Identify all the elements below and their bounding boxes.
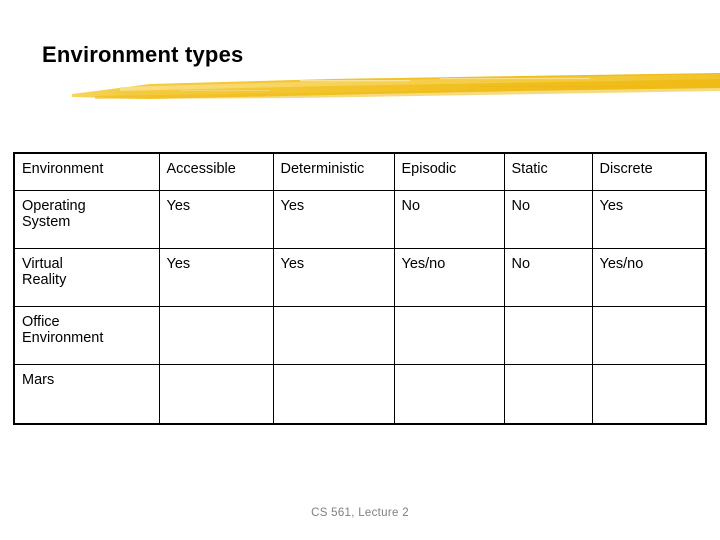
- cell-accessible: [158, 305, 274, 365]
- column-header-discrete: Discrete: [591, 152, 707, 191]
- environment-label-line1: Mars: [22, 371, 55, 388]
- column-header-accessible: Accessible: [158, 152, 274, 191]
- environment-label-line1: Office: [22, 313, 60, 330]
- environment-label-line2: Reality: [22, 272, 67, 289]
- cell-accessible: [158, 363, 274, 425]
- cell-deterministic: [272, 305, 395, 365]
- column-header-deterministic: Deterministic: [272, 152, 395, 191]
- column-header-environment: Environment: [13, 152, 160, 191]
- cell-deterministic: [272, 363, 395, 425]
- cell-deterministic: Yes: [272, 189, 395, 249]
- table-row: Office Environment: [13, 305, 707, 365]
- column-header-static: Static: [503, 152, 593, 191]
- cell-deterministic: Yes: [272, 247, 395, 307]
- cell-accessible: Yes: [158, 247, 274, 307]
- cell-static: No: [503, 247, 593, 307]
- cell-accessible: Yes: [158, 189, 274, 249]
- environment-types-table: Environment Accessible Deterministic Epi…: [13, 152, 707, 425]
- cell-discrete: Yes: [591, 189, 707, 249]
- cell-environment: Office Environment: [13, 305, 160, 365]
- cell-episodic: [393, 363, 505, 425]
- cell-static: [503, 305, 593, 365]
- cell-environment: Virtual Reality: [13, 247, 160, 307]
- cell-environment: Operating System: [13, 189, 160, 249]
- page-title: Environment types: [42, 42, 244, 67]
- brushstroke-underline-decoration: [72, 73, 720, 99]
- environment-label-line1: Virtual: [22, 255, 63, 272]
- table-row: Operating System Yes Yes No No Yes: [13, 189, 707, 249]
- table-row: Mars: [13, 363, 707, 425]
- cell-episodic: No: [393, 189, 505, 249]
- cell-discrete: [591, 363, 707, 425]
- slide-footer: CS 561, Lecture 2: [311, 507, 409, 519]
- cell-discrete: [591, 305, 707, 365]
- cell-environment: Mars: [13, 363, 160, 425]
- table-row: Virtual Reality Yes Yes Yes/no No Yes/no: [13, 247, 707, 307]
- cell-static: No: [503, 189, 593, 249]
- table-header-row: Environment Accessible Deterministic Epi…: [13, 152, 707, 191]
- cell-episodic: Yes/no: [393, 247, 505, 307]
- environment-label-line1: Operating: [22, 197, 86, 214]
- environment-label-line2: System: [22, 214, 71, 231]
- environment-label-line2: Environment: [22, 330, 104, 347]
- cell-static: [503, 363, 593, 425]
- cell-episodic: [393, 305, 505, 365]
- cell-discrete: Yes/no: [591, 247, 707, 307]
- column-header-episodic: Episodic: [393, 152, 505, 191]
